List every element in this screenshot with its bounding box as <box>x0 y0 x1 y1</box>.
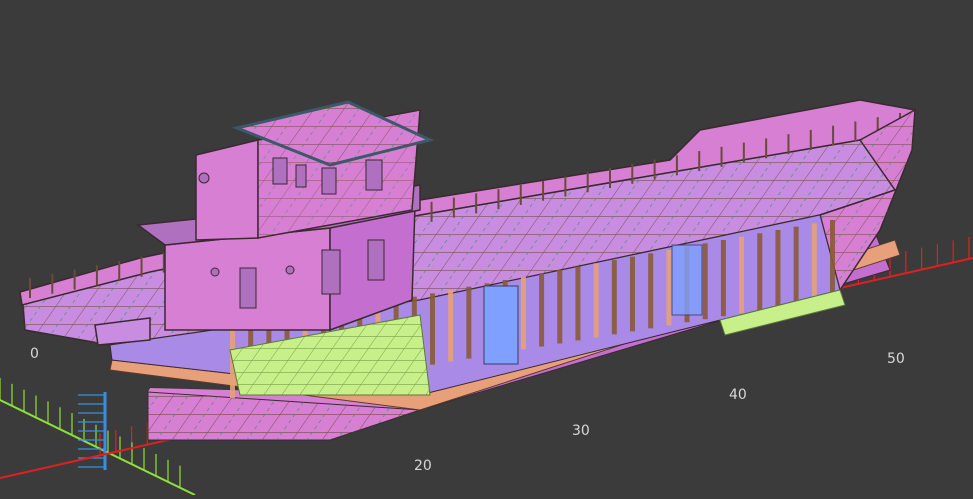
frame-label-50: 50 <box>887 351 905 367</box>
hull-model-canvas[interactable]: 0 20 30 40 50 <box>0 0 973 496</box>
frame-label-0: 0 <box>30 346 39 362</box>
deckhouse[interactable] <box>136 100 435 332</box>
frame-label-40: 40 <box>729 387 747 403</box>
frame-label-30: 30 <box>572 423 590 439</box>
frame-label-20: 20 <box>414 458 432 474</box>
3d-viewport[interactable]: 0 20 30 40 50 <box>0 0 973 496</box>
